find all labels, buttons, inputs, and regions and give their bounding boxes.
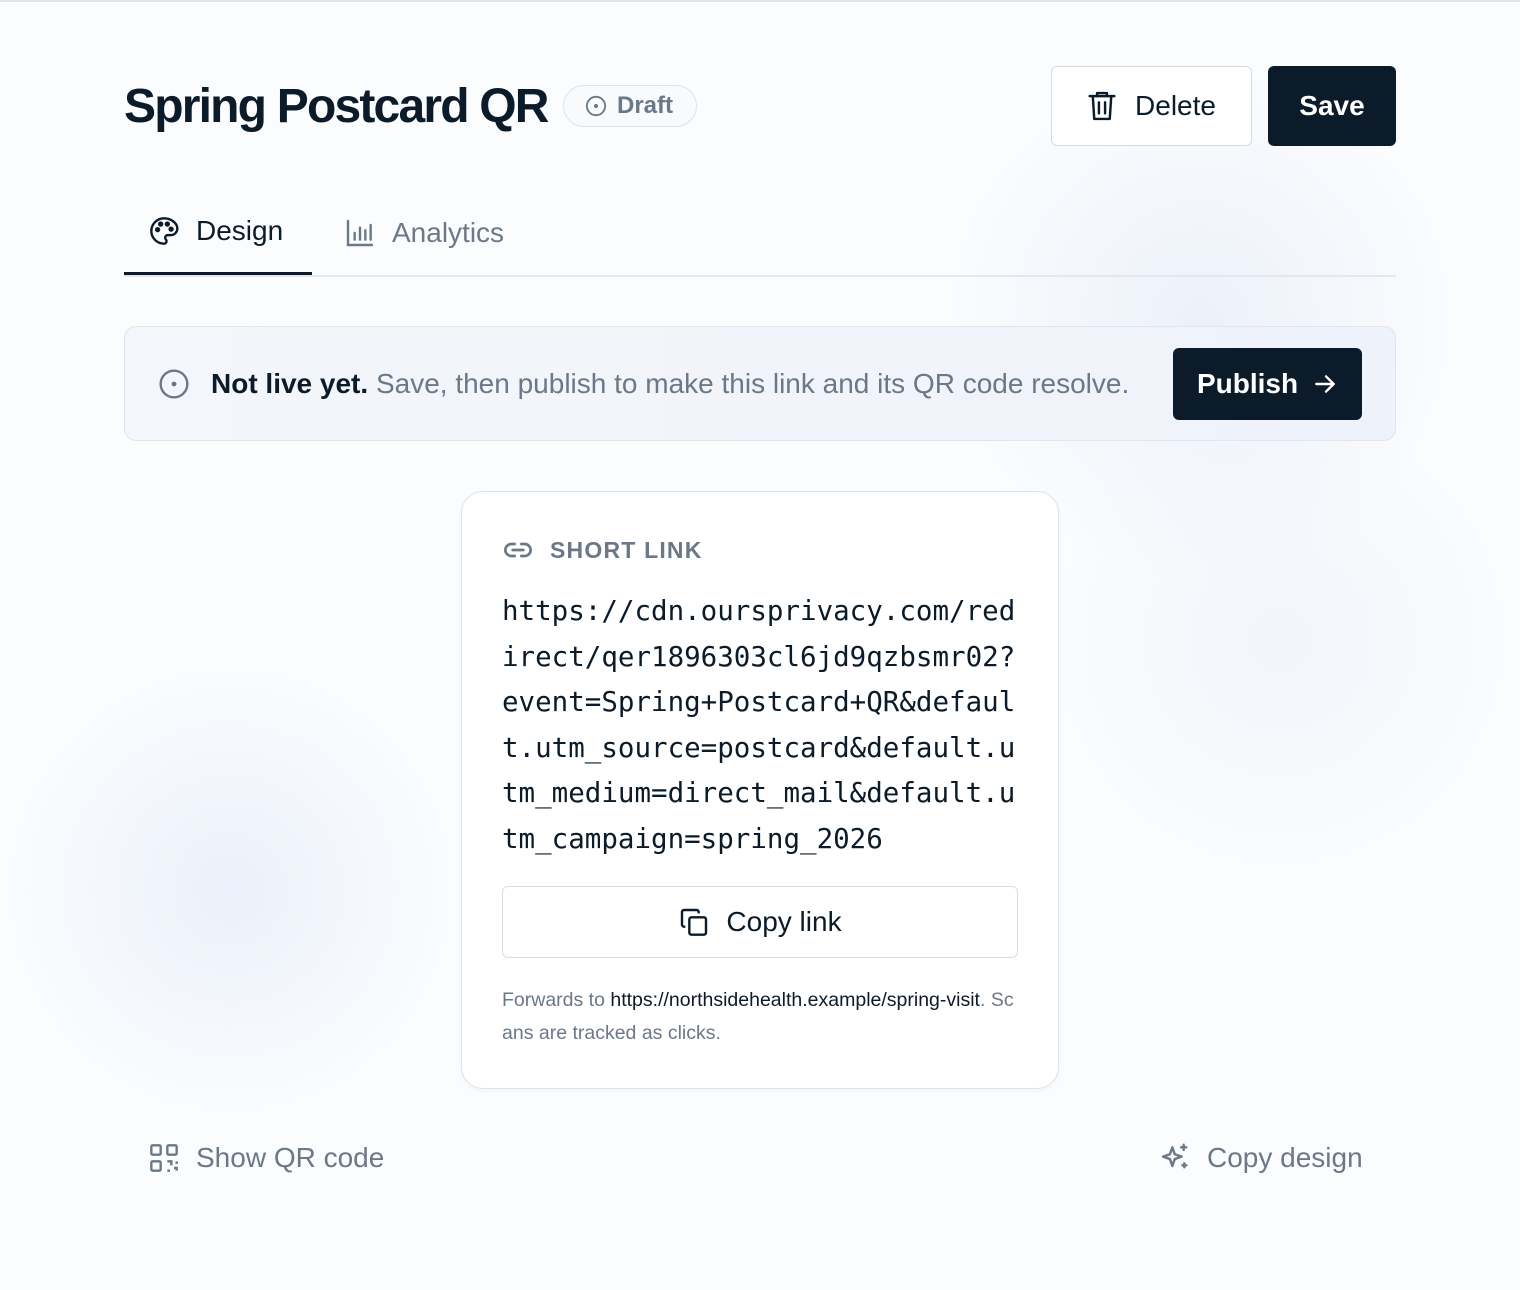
not-live-notice: Not live yet. Save, then publish to make…: [124, 326, 1396, 441]
short-link-label: SHORT LINK: [550, 536, 703, 563]
save-button[interactable]: Save: [1268, 66, 1396, 146]
arrow-right-icon: [1315, 375, 1335, 393]
short-link-header: SHORT LINK: [502, 534, 703, 566]
palette-icon: [150, 217, 179, 245]
bar-chart-icon: [346, 219, 374, 247]
dot-circle-icon: [159, 369, 189, 399]
show-qr-code-button[interactable]: Show QR code: [148, 1138, 384, 1178]
tab-design-label: Design: [196, 215, 284, 246]
forward-info: Forwards to https://northsidehealth.exam…: [502, 984, 1022, 1050]
copy-icon: [681, 908, 708, 936]
qr-code-icon: [150, 1144, 178, 1172]
forward-prefix: Forwards to: [502, 989, 611, 1011]
draft-status-icon: [585, 95, 607, 117]
tab-analytics-label: Analytics: [392, 217, 505, 248]
status-badge: Draft: [563, 85, 697, 127]
forward-url: https://northsidehealth.example/spring-v…: [610, 989, 980, 1011]
copy-link-label: Copy link: [726, 906, 842, 937]
status-badge-label: Draft: [617, 92, 674, 119]
tab-design[interactable]: Design: [124, 204, 312, 276]
tab-analytics[interactable]: Analytics: [344, 204, 504, 276]
link-icon: [504, 542, 532, 558]
copy-design-label: Copy design: [1207, 1142, 1363, 1173]
sparkles-icon: [1161, 1143, 1188, 1169]
copy-design-button[interactable]: Copy design: [1159, 1138, 1363, 1178]
trash-icon: [1088, 91, 1116, 121]
tabs-divider: [124, 275, 1396, 277]
notice-heading: Not live yet.: [211, 368, 369, 399]
notice-body: Save, then publish to make this link and…: [368, 368, 1130, 399]
notice-message: Not live yet. Save, then publish to make…: [211, 367, 1129, 401]
delete-button[interactable]: Delete: [1051, 66, 1252, 146]
top-divider: [0, 0, 1520, 2]
publish-button-label: Publish: [1196, 368, 1299, 399]
show-qr-code-label: Show QR code: [196, 1142, 385, 1173]
delete-button-label: Delete: [1135, 90, 1216, 121]
short-link-card: SHORT LINK https://cdn.oursprivacy.com/r…: [461, 491, 1059, 1089]
copy-link-button[interactable]: Copy link: [502, 886, 1018, 958]
page-title: Spring Postcard QR: [124, 80, 549, 133]
short-link-url: https://cdn.oursprivacy.com/redirect/qer…: [502, 595, 1016, 855]
publish-button[interactable]: Publish: [1173, 348, 1362, 420]
